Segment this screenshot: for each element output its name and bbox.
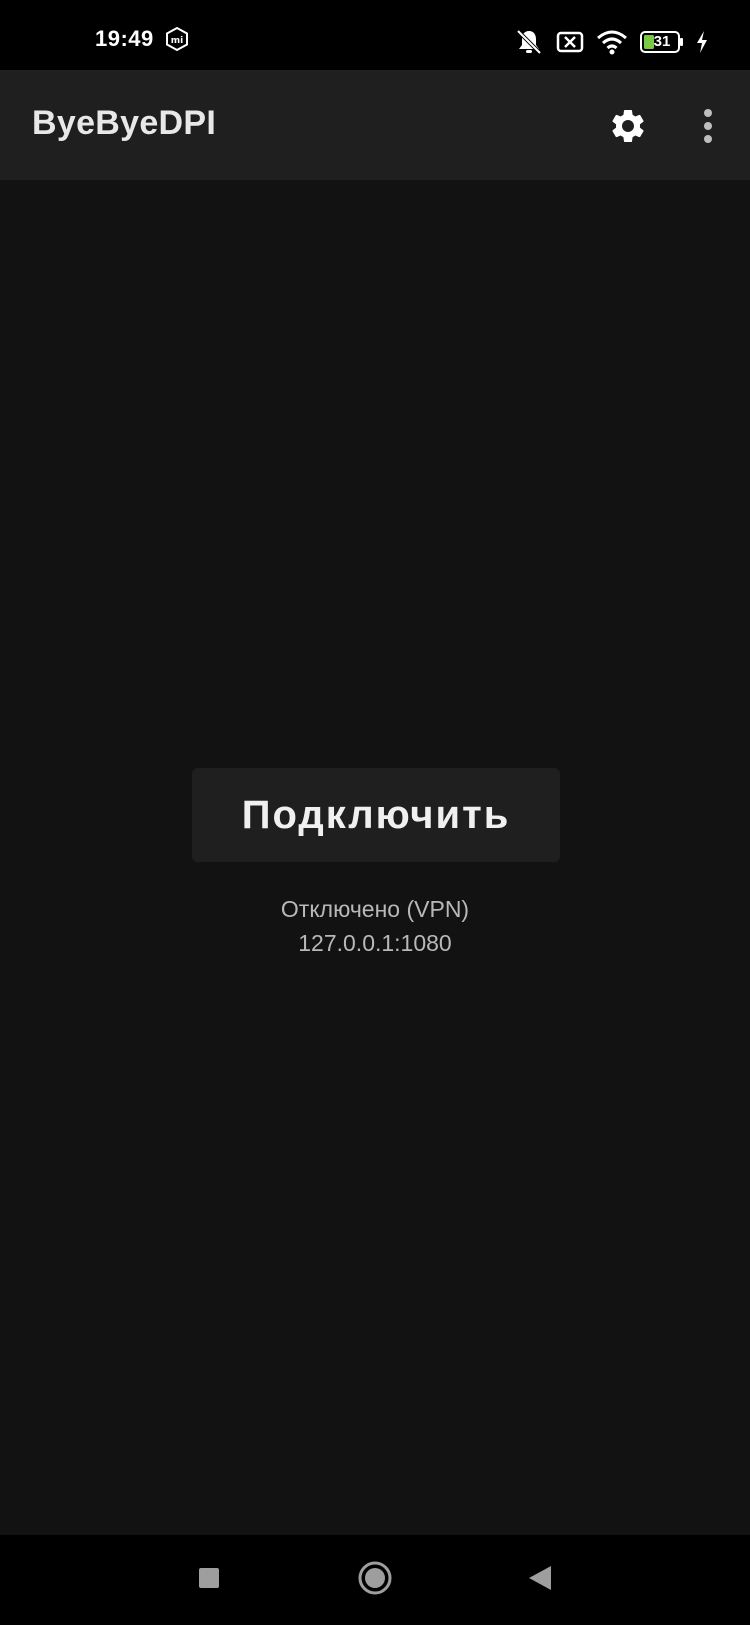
battery-icon: 31	[640, 31, 684, 53]
more-options-button[interactable]	[686, 100, 730, 156]
muted-bell-icon	[514, 28, 544, 56]
svg-text:mi: mi	[171, 36, 183, 46]
connection-status-line: Отключено (VPN)	[280, 896, 470, 922]
status-time: 19:49	[95, 26, 154, 51]
no-sim-icon	[556, 30, 584, 54]
status-bar: 19:49 mi 31	[0, 0, 750, 70]
connect-button[interactable]: Подключить	[192, 768, 560, 862]
status-left: 19:49 mi	[95, 26, 190, 52]
navigation-bar	[0, 1535, 750, 1625]
mi-icon: mi	[164, 26, 190, 52]
status-right: 31	[514, 28, 708, 56]
app-bar: ByeByeDPI	[0, 70, 750, 180]
recents-square-icon	[197, 1566, 221, 1595]
home-circle-icon	[357, 1560, 393, 1601]
wifi-icon	[596, 29, 628, 55]
more-vert-icon	[702, 108, 714, 149]
battery-level: 31	[653, 33, 671, 50]
gear-icon	[608, 106, 648, 151]
connection-status: Отключено (VPN) 127.0.0.1:1080	[0, 892, 750, 960]
proxy-address: 127.0.0.1:1080	[298, 930, 452, 956]
main-content: Подключить Отключено (VPN) 127.0.0.1:108…	[0, 180, 750, 1535]
back-button[interactable]	[515, 1555, 565, 1605]
settings-button[interactable]	[600, 100, 656, 156]
home-button[interactable]	[350, 1555, 400, 1605]
back-triangle-icon	[527, 1564, 553, 1597]
charging-icon	[696, 31, 708, 53]
app-title: ByeByeDPI	[32, 104, 217, 142]
recents-button[interactable]	[184, 1555, 234, 1605]
